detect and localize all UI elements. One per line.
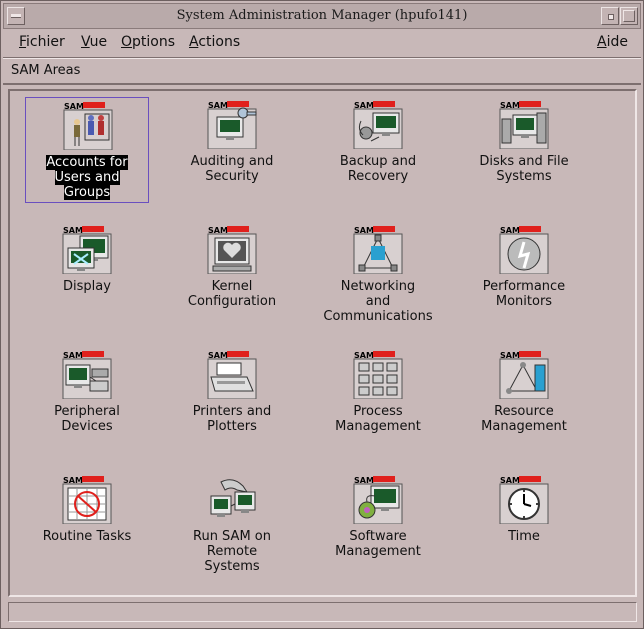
disks-filesystems-icon: SAM xyxy=(499,101,549,149)
status-bar xyxy=(8,602,637,622)
sam-area-label-line: Software xyxy=(349,529,407,544)
sam-area-label-line: Auditing and xyxy=(190,154,274,169)
maximize-icon xyxy=(623,10,635,22)
sam-area-label: Networking and Communications xyxy=(316,279,440,324)
minimize-button[interactable] xyxy=(601,7,619,25)
sam-area-label-line: Time xyxy=(508,529,540,544)
sam-area-label: Time xyxy=(462,529,586,544)
printers-plotters-icon: SAM xyxy=(207,351,257,399)
sam-area-label: Accounts for Users and Groups xyxy=(26,155,148,200)
backup-recovery-icon: SAM xyxy=(353,101,403,149)
maximize-button[interactable] xyxy=(620,7,638,25)
sam-area-label: Peripheral Devices xyxy=(25,404,149,434)
menu-bar: Fichier Vue Options Actions Aide xyxy=(3,29,641,58)
sam-area-label-line: Systems xyxy=(204,559,260,574)
sam-area-label: Backup and Recovery xyxy=(316,154,440,184)
sam-area-label-line: Monitors xyxy=(495,294,553,309)
sam-area-label-line: Resource xyxy=(494,404,554,419)
sam-area-label-line: Performance xyxy=(482,279,566,294)
sam-area-label-line: Networking xyxy=(340,279,416,294)
sam-area-label: Disks and File Systems xyxy=(462,154,586,184)
sam-area-label-line: Backup and xyxy=(339,154,417,169)
sam-area-printers-plotters[interactable]: SAM Printers and Plotters xyxy=(170,347,294,457)
sam-area-label: Display xyxy=(25,279,149,294)
sam-areas-label: SAM Areas xyxy=(11,63,81,78)
menu-actions[interactable]: Actions xyxy=(189,34,240,50)
sam-area-label-line: Groups xyxy=(63,185,111,200)
software-management-icon: SAM xyxy=(353,476,403,524)
menu-fichier[interactable]: Fichier xyxy=(19,34,65,50)
minimize-icon xyxy=(608,14,614,20)
sam-area-label-line: Disks and File xyxy=(479,154,569,169)
sam-area-label-line: Process xyxy=(353,404,403,419)
sam-area-label-line: Management xyxy=(481,419,567,434)
process-management-icon: SAM xyxy=(353,351,403,399)
sam-area-label-line: Plotters xyxy=(207,419,257,434)
sam-area-label: Performance Monitors xyxy=(462,279,586,309)
sam-area-label-line: Remote xyxy=(206,544,258,559)
sam-area-label: Routine Tasks xyxy=(25,529,149,544)
sam-area-label: Resource Management xyxy=(462,404,586,434)
sam-area-label: Software Management xyxy=(316,529,440,559)
menu-aide[interactable]: Aide xyxy=(597,34,628,50)
sam-area-label-line: Run SAM on xyxy=(193,529,271,544)
sam-area-label-line: Printers and xyxy=(192,404,272,419)
sam-area-label-line: Kernel xyxy=(211,279,253,294)
resource-management-icon: SAM xyxy=(499,351,549,399)
sam-area-label-line: Users and xyxy=(54,170,120,185)
sam-area-kernel-configuration[interactable]: SAM Kernel Configuration xyxy=(170,222,294,332)
display-icon: SAM xyxy=(62,226,112,274)
sam-area-label-line: Security xyxy=(205,169,259,184)
sam-area-label: Auditing and Security xyxy=(170,154,294,184)
sam-area-remote-systems[interactable]: Run SAM on Remote Systems xyxy=(170,472,294,582)
sam-area-label: Run SAM on Remote Systems xyxy=(170,529,294,574)
title-bar[interactable]: System Administration Manager (hpufo141) xyxy=(3,3,641,29)
sam-area-label-line: Routine Tasks xyxy=(42,529,132,544)
remote-systems-icon xyxy=(210,479,256,517)
sam-area-label: Process Management xyxy=(316,404,440,434)
application-window: System Administration Manager (hpufo141)… xyxy=(0,0,644,629)
sam-area-label-line: Peripheral xyxy=(54,404,120,419)
window-title: System Administration Manager (hpufo141) xyxy=(176,8,468,23)
sam-area-label-line: Configuration xyxy=(187,294,277,309)
sam-area-label-line: and xyxy=(365,294,391,309)
performance-monitors-icon: SAM xyxy=(499,226,549,274)
sam-area-label-line: Management xyxy=(335,544,421,559)
sam-area-software-management[interactable]: SAM Software Management xyxy=(316,472,440,582)
menu-options[interactable]: Options xyxy=(121,34,175,50)
sam-area-routine-tasks[interactable]: SAM Routine Tasks xyxy=(25,472,149,582)
menu-vue[interactable]: Vue xyxy=(81,34,107,50)
sam-area-disks-filesystems[interactable]: SAM Disks and File Systems xyxy=(462,97,586,207)
sam-area-label-line: Display xyxy=(63,279,111,294)
sam-area-label-line: Management xyxy=(335,419,421,434)
sam-area-process-management[interactable]: SAM Process Management xyxy=(316,347,440,457)
sam-area-networking[interactable]: SAM Networking and Communications xyxy=(316,222,440,332)
sam-areas-bar: SAM Areas xyxy=(3,58,641,85)
sam-area-label-line: Systems xyxy=(496,169,552,184)
accounts-icon: SAM xyxy=(63,102,113,150)
time-icon: SAM xyxy=(499,476,549,524)
auditing-security-icon: SAM xyxy=(207,101,257,149)
sam-area-label: Printers and Plotters xyxy=(170,404,294,434)
sam-area-display[interactable]: SAM Display xyxy=(25,222,149,332)
sam-area-label-line: Recovery xyxy=(347,169,409,184)
sam-areas-panel: SAM Accounts for Users and Groups SAM Auditin… xyxy=(8,89,637,597)
sam-area-accounts[interactable]: SAM Accounts for Users and Groups xyxy=(25,97,149,203)
sam-area-time[interactable]: SAM Time xyxy=(462,472,586,582)
routine-tasks-icon: SAM xyxy=(62,476,112,524)
sam-area-performance-monitors[interactable]: SAM Performance Monitors xyxy=(462,222,586,332)
sam-area-label-line: Communications xyxy=(323,309,433,324)
sam-area-label: Kernel Configuration xyxy=(170,279,294,309)
sam-area-label-line: Devices xyxy=(61,419,113,434)
sam-area-backup-recovery[interactable]: SAM Backup and Recovery xyxy=(316,97,440,207)
sam-area-label-line: Accounts for xyxy=(46,155,128,170)
sam-area-auditing-security[interactable]: SAM Auditing and Security xyxy=(170,97,294,207)
networking-icon: SAM xyxy=(353,226,403,274)
peripheral-devices-icon: SAM xyxy=(62,351,112,399)
sam-area-peripheral-devices[interactable]: SAM Peripheral Devices xyxy=(25,347,149,457)
sam-area-resource-management[interactable]: SAM Resource Management xyxy=(462,347,586,457)
kernel-configuration-icon: SAM xyxy=(207,226,257,274)
